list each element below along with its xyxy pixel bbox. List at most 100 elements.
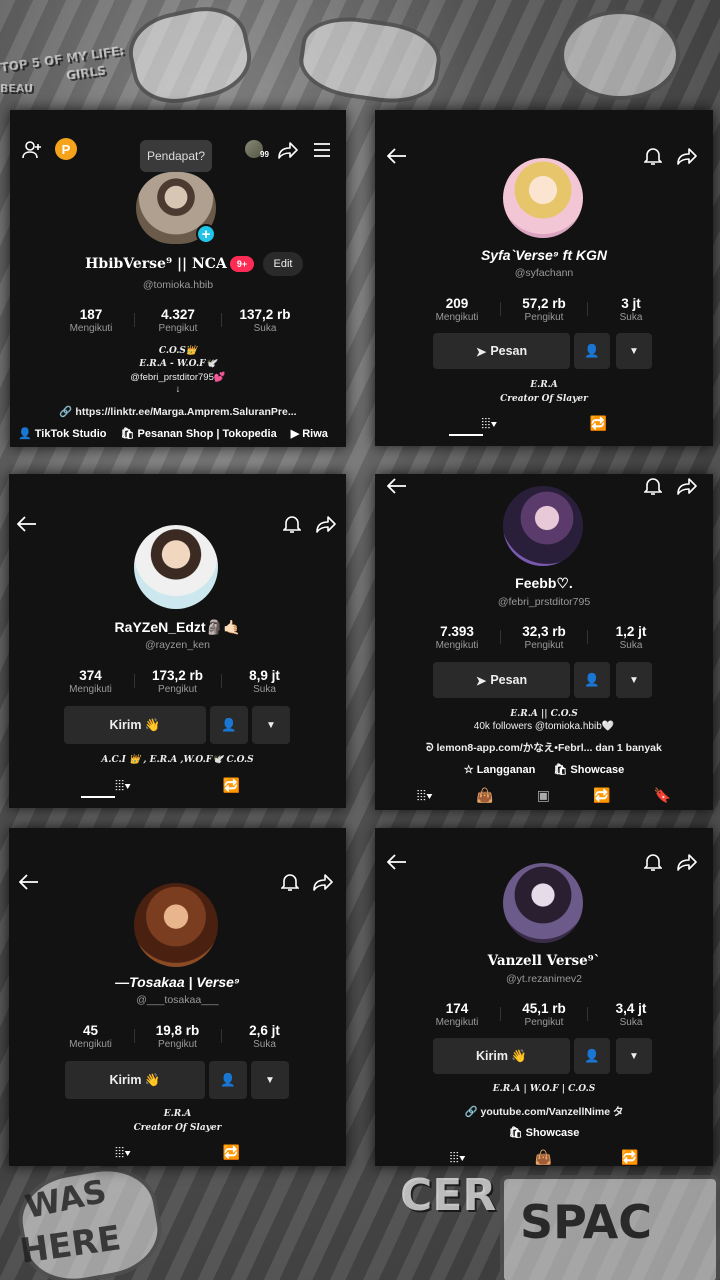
bell-icon[interactable] (280, 512, 304, 536)
bookmark-tab-icon[interactable]: 🔖 (654, 787, 671, 804)
private-tab-icon[interactable]: ▣ (537, 787, 550, 804)
profile-avatar[interactable] (134, 883, 218, 967)
share-icon[interactable] (675, 474, 699, 498)
stat-label: Pengikut (524, 640, 564, 651)
share-icon[interactable] (311, 870, 335, 894)
share-icon[interactable] (675, 144, 699, 168)
history-chip[interactable]: ▶ Riwa (291, 427, 328, 440)
bio-link[interactable]: ᘐ lemon8-app.com/かなえ•Febrl... dan 1 bany… (375, 740, 713, 755)
stat-following[interactable]: 45 Mengikuti (48, 1023, 134, 1050)
bell-icon[interactable] (278, 870, 302, 894)
stat-label: Suka (253, 1039, 276, 1050)
profile-avatar[interactable] (134, 525, 218, 609)
stat-following[interactable]: 209 Mengikuti (414, 296, 500, 323)
stat-followers[interactable]: 4.327 Pengikut (135, 307, 221, 334)
reposts-tab-icon[interactable]: 🔁 (223, 1144, 240, 1161)
more-dropdown-button[interactable]: ▼ (616, 662, 652, 698)
friends-settings-button[interactable]: 👤 (210, 706, 248, 744)
bio-link[interactable]: 🔗 youtube.com/VanzellNime タ (375, 1104, 713, 1119)
back-arrow-icon[interactable] (17, 870, 41, 894)
videos-grid-tab-icon[interactable]: ⦙⦙⦙▾ (481, 415, 497, 432)
stat-value: 173,2 rb (151, 668, 204, 683)
stats-row: 45 Mengikuti 19,8 rb Pengikut 2,6 jt Suka (9, 1023, 346, 1050)
stat-following[interactable]: 187 Mengikuti (48, 307, 134, 334)
friends-settings-button[interactable]: 👤 (209, 1061, 247, 1099)
stat-likes[interactable]: 3,4 jt Suka (588, 1001, 674, 1028)
bg-sticker-text: SPAC (520, 1195, 652, 1249)
chip-label: Showcase (525, 1127, 580, 1139)
stat-following[interactable]: 174 Mengikuti (414, 1001, 500, 1028)
videos-grid-tab-icon[interactable]: ⦙⦙⦙▾ (417, 787, 433, 804)
friends-settings-button[interactable]: 👤 (574, 662, 610, 698)
friends-settings-button[interactable]: 👤 (574, 333, 610, 369)
subscription-chip[interactable]: ☆ Langganan (464, 763, 536, 776)
profile-avatar[interactable] (503, 486, 583, 566)
bell-icon[interactable] (641, 850, 665, 874)
shop-tab-icon[interactable]: 👜 (476, 787, 493, 804)
friends-settings-button[interactable]: 👤 (574, 1038, 610, 1074)
send-button[interactable]: Kirim 👋 (64, 706, 206, 744)
reposts-tab-icon[interactable]: 🔁 (589, 415, 606, 432)
stat-likes[interactable]: 1,2 jt Suka (588, 624, 674, 651)
back-arrow-icon[interactable] (385, 474, 409, 498)
back-arrow-icon[interactable] (15, 512, 39, 536)
stat-likes[interactable]: 2,6 jt Suka (222, 1023, 308, 1050)
stat-likes[interactable]: 8,9 jt Suka (222, 668, 308, 695)
stats-row: 7.393 Mengikuti 32,3 rb Pengikut 1,2 jt Suk… (375, 624, 713, 651)
bg-sticker-text: BEAU (0, 82, 34, 95)
back-arrow-icon[interactable] (385, 144, 409, 168)
tiktok-studio-chip[interactable]: 👤 TikTok Studio (18, 427, 106, 440)
stat-followers[interactable]: 32,3 rb Pengikut (501, 624, 587, 651)
videos-grid-tab-icon[interactable]: ⦙⦙⦙▾ (115, 1144, 131, 1161)
videos-grid-tab-icon[interactable]: ⦙⦙⦙▾ (449, 1149, 465, 1166)
stat-followers[interactable]: 173,2 rb Pengikut (135, 668, 221, 695)
coin-icon[interactable]: P (55, 138, 77, 160)
shop-orders-chip[interactable]: 🛍 Pesanan Shop | Tokopedia (120, 427, 276, 440)
edit-profile-button[interactable]: Edit (263, 252, 303, 276)
showcase-chip[interactable]: 🛍 Showcase (509, 1126, 580, 1139)
send-button[interactable]: Kirim 👋 (433, 1038, 570, 1074)
stat-likes[interactable]: 3 jt Suka (588, 296, 674, 323)
send-button[interactable]: Kirim 👋 (65, 1061, 205, 1099)
stat-label: Mengikuti (69, 323, 113, 334)
chevron-down-icon: ▼ (266, 719, 276, 731)
stat-following[interactable]: 7.393 Mengikuti (414, 624, 500, 651)
message-label: Pesan (490, 673, 528, 687)
showcase-chip[interactable]: 🛍 Showcase (553, 763, 624, 776)
more-dropdown-button[interactable]: ▼ (252, 706, 290, 744)
share-icon[interactable] (314, 512, 338, 536)
share-icon[interactable] (276, 138, 300, 162)
message-button[interactable]: ➤ Pesan (433, 662, 570, 698)
reposts-tab-icon[interactable]: 🔁 (223, 777, 240, 794)
back-arrow-icon[interactable] (385, 850, 409, 874)
add-story-icon[interactable]: + (196, 224, 216, 244)
stat-followers[interactable]: 19,8 rb Pengikut (135, 1023, 221, 1050)
bell-icon[interactable] (641, 144, 665, 168)
reposts-tab-icon[interactable]: 🔁 (593, 787, 610, 804)
more-dropdown-button[interactable]: ▼ (616, 333, 652, 369)
add-friend-icon[interactable] (20, 138, 44, 162)
videos-grid-tab-icon[interactable]: ⦙⦙⦙▾ (115, 777, 131, 794)
bio-link[interactable]: 🔗 https://linktr.ee/Marga.Amprem.Saluran… (10, 405, 346, 418)
stat-followers[interactable]: 57,2 rb Pengikut (501, 296, 587, 323)
chevron-down-icon: ▼ (629, 345, 639, 357)
share-icon[interactable] (675, 850, 699, 874)
message-button[interactable]: ➤ Pesan (433, 333, 570, 369)
shop-tab-icon[interactable]: 👜 (535, 1149, 552, 1166)
reposts-tab-icon[interactable]: 🔁 (621, 1149, 638, 1166)
stat-followers[interactable]: 45,1 rb Pengikut (501, 1001, 587, 1028)
notification-badge[interactable]: 9+ (230, 256, 254, 272)
stat-likes[interactable]: 137,2 rb Suka (222, 307, 308, 334)
stat-value: 137,2 rb (239, 307, 291, 322)
profile-avatar[interactable] (503, 158, 583, 238)
more-dropdown-button[interactable]: ▼ (616, 1038, 652, 1074)
bell-icon[interactable] (641, 474, 665, 498)
profile-panel-vanzell: Vanzell Verse⁹` @yt.rezanimev2 174 Mengik… (375, 828, 713, 1166)
stat-following[interactable]: 374 Mengikuti (48, 668, 134, 695)
feedback-tooltip[interactable]: Pendapat? (140, 140, 212, 172)
profile-avatar[interactable] (503, 863, 583, 943)
more-dropdown-button[interactable]: ▼ (251, 1061, 289, 1099)
menu-icon[interactable] (310, 138, 334, 162)
chevron-down-icon: ▼ (629, 1050, 639, 1062)
chip-label: TikTok Studio (34, 428, 107, 440)
